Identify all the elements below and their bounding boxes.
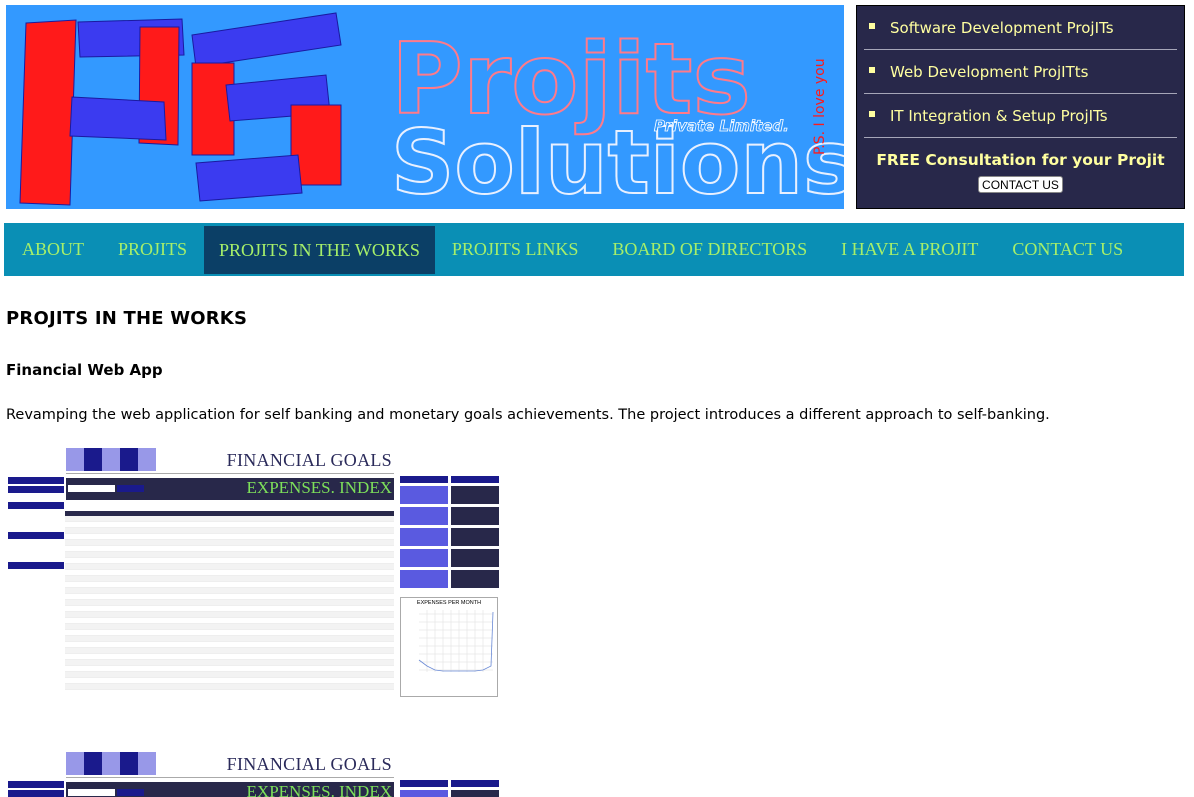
nav-projits[interactable]: PROJITS	[101, 223, 204, 276]
projits-logo: Projits Solutions Private Limited. P.S. …	[19, 12, 844, 209]
screenshot-chart-plot	[418, 610, 494, 672]
project-screenshot[interactable]: FINANCIAL GOALS EXPENSES. INDEX EXPENSES…	[7, 447, 501, 699]
main-nav: ABOUT PROJITS PROJITS IN THE WORKS PROJI…	[4, 223, 1184, 276]
nav-board-of-directors[interactable]: BOARD OF DIRECTORS	[595, 223, 824, 276]
project-description: Revamping the web application for self b…	[6, 407, 1050, 423]
screenshot-banner: EXPENSES. INDEX	[148, 782, 394, 797]
screenshot-stats	[400, 780, 499, 797]
screenshot-table	[65, 504, 394, 690]
screenshot-header: FINANCIAL GOALS	[66, 752, 394, 778]
screenshot-sidebar	[8, 781, 64, 797]
square-bullet-icon	[869, 66, 875, 73]
square-bullet-icon	[869, 22, 875, 29]
screenshot-sidebar	[8, 477, 64, 592]
screenshot-banner: EXPENSES. INDEX	[148, 478, 394, 500]
nav-i-have-a-projit[interactable]: I HAVE A PROJIT	[824, 223, 995, 276]
project-title: Financial Web App	[6, 361, 163, 379]
table-row	[65, 684, 394, 690]
screenshot-title: FINANCIAL GOALS	[226, 754, 392, 774]
service-item-software[interactable]: Software Development ProjITs	[864, 6, 1177, 50]
screenshot-title: FINANCIAL GOALS	[226, 450, 392, 470]
project-screenshot-2[interactable]: FINANCIAL GOALS EXPENSES. INDEX	[7, 751, 501, 797]
service-item-it[interactable]: IT Integration & Setup ProjITs	[864, 94, 1177, 138]
page-title: PROJITS IN THE WORKS	[6, 308, 248, 329]
ps-logo-blocks	[19, 12, 342, 206]
nav-about[interactable]: ABOUT	[4, 223, 101, 276]
nav-projits-links[interactable]: PROJITS LINKS	[435, 223, 596, 276]
square-bullet-icon	[869, 110, 875, 117]
free-consultation-text: FREE Consultation for your Projit	[876, 151, 1165, 169]
screenshot-search	[66, 478, 148, 500]
contact-us-button[interactable]: CONTACT US	[978, 176, 1063, 193]
logo-text-tagline: P.S. I love you	[812, 58, 828, 155]
services-panel: Software Development ProjITs Web Develop…	[856, 5, 1185, 209]
service-item-web[interactable]: Web Development ProjITts	[864, 50, 1177, 94]
screenshot-search	[66, 782, 148, 797]
nav-projits-in-the-works[interactable]: PROJITS IN THE WORKS	[204, 226, 435, 274]
nav-contact-us[interactable]: CONTACT US	[995, 223, 1140, 276]
logo-text-private-limited: Private Limited.	[654, 117, 789, 135]
screenshot-chart: EXPENSES PER MONTH	[400, 597, 498, 697]
site-logo-banner[interactable]: Projits Solutions Private Limited. P.S. …	[6, 5, 844, 209]
screenshot-header: FINANCIAL GOALS	[66, 448, 394, 474]
screenshot-stats	[400, 476, 499, 591]
